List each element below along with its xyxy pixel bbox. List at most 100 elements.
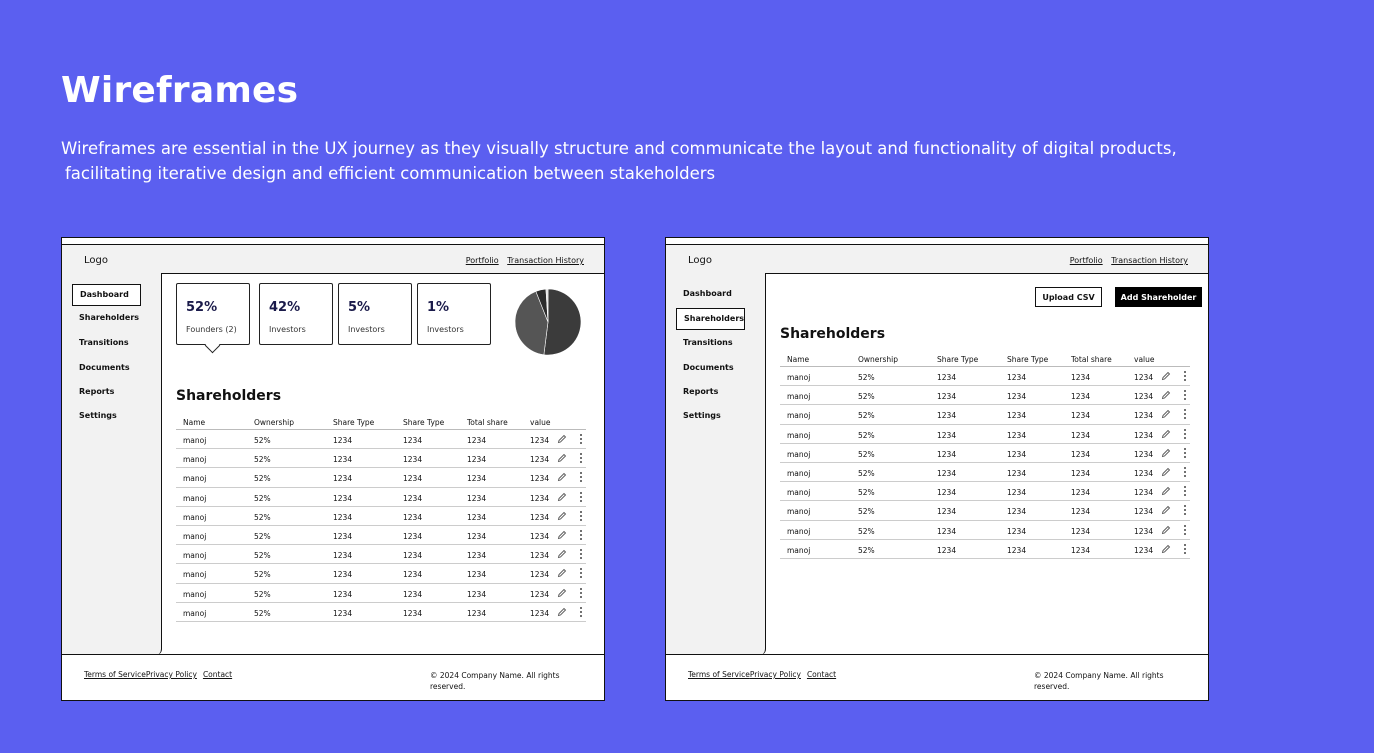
pencil-icon[interactable] — [1161, 505, 1171, 515]
pencil-icon[interactable] — [1161, 429, 1171, 439]
upload-csv-button[interactable]: Upload CSV — [1035, 287, 1102, 307]
contact-link[interactable]: Contact — [203, 670, 232, 679]
table-row[interactable]: manoj 52% 1234 1234 1234 1234 — [176, 603, 586, 622]
pencil-icon[interactable] — [557, 588, 567, 598]
pencil-icon[interactable] — [1161, 371, 1171, 381]
pencil-icon[interactable] — [1161, 525, 1171, 535]
sidebar-item-reports[interactable]: Reports — [72, 382, 139, 402]
pencil-icon[interactable] — [557, 434, 567, 444]
privacy-policy-link[interactable]: Privacy Policy — [146, 670, 197, 679]
more-vertical-icon[interactable] — [1182, 485, 1188, 497]
sidebar-item-reports[interactable]: Reports — [676, 382, 743, 402]
stat-card-investors[interactable]: 5% Investors — [338, 283, 412, 345]
table-row[interactable]: manoj 52% 1234 1234 1234 1234 — [176, 449, 586, 469]
pencil-icon[interactable] — [557, 549, 567, 559]
table-row[interactable]: manoj 52% 1234 1234 1234 1234 — [780, 367, 1190, 387]
pencil-icon[interactable] — [557, 453, 567, 463]
table-row[interactable]: manoj 52% 1234 1234 1234 1234 — [176, 430, 586, 450]
pencil-icon[interactable] — [557, 511, 567, 521]
terms-of-service-link[interactable]: Terms of Service — [84, 670, 146, 679]
sidebar-item-settings[interactable]: Settings — [676, 406, 743, 426]
logo[interactable]: Logo — [688, 255, 712, 266]
sidebar-item-transitions[interactable]: Transitions — [676, 333, 743, 353]
pencil-icon[interactable] — [557, 530, 567, 540]
more-vertical-icon[interactable] — [1182, 408, 1188, 420]
table-row[interactable]: manoj 52% 1234 1234 1234 1234 — [780, 405, 1190, 425]
table-row[interactable]: manoj 52% 1234 1234 1234 1234 — [176, 564, 586, 584]
pencil-icon[interactable] — [1161, 448, 1171, 458]
more-vertical-icon[interactable] — [578, 510, 584, 522]
pencil-icon[interactable] — [557, 492, 567, 502]
more-vertical-icon[interactable] — [1182, 504, 1188, 516]
stat-card-founders[interactable]: 52% Founders (2) — [176, 283, 250, 354]
stat-card-investors[interactable]: 42% Investors — [259, 283, 333, 345]
sidebar-item-settings[interactable]: Settings — [72, 406, 139, 426]
table-row[interactable]: manoj 52% 1234 1234 1234 1234 — [780, 482, 1190, 502]
more-vertical-icon[interactable] — [578, 529, 584, 541]
more-vertical-icon[interactable] — [1182, 389, 1188, 401]
pencil-icon[interactable] — [1161, 467, 1171, 477]
table-row[interactable]: manoj 52% 1234 1234 1234 1234 — [176, 526, 586, 546]
more-vertical-icon[interactable] — [578, 491, 584, 503]
nav-transaction-history-link[interactable]: Transaction History — [507, 256, 584, 265]
table-row[interactable]: manoj 52% 1234 1234 1234 1234 — [176, 488, 586, 507]
sidebar-item-documents[interactable]: Documents — [72, 358, 139, 378]
table-row[interactable]: manoj 52% 1234 1234 1234 1234 — [176, 468, 586, 488]
more-vertical-icon[interactable] — [1182, 428, 1188, 440]
sidebar-item-shareholders[interactable]: Shareholders — [676, 308, 745, 330]
more-vertical-icon[interactable] — [1182, 543, 1188, 555]
sidebar-item-dashboard[interactable]: Dashboard — [676, 284, 743, 304]
more-vertical-icon[interactable] — [1182, 447, 1188, 459]
pencil-icon[interactable] — [1161, 486, 1171, 496]
logo[interactable]: Logo — [84, 255, 108, 266]
table-row[interactable]: manoj 52% 1234 1234 1234 1234 — [176, 545, 586, 565]
pencil-icon[interactable] — [1161, 390, 1171, 400]
nav-portfolio-link[interactable]: Portfolio — [1070, 256, 1103, 265]
table-cell: 1234 — [333, 474, 353, 484]
table-row[interactable]: manoj 52% 1234 1234 1234 1234 — [780, 463, 1190, 483]
pencil-icon[interactable] — [557, 568, 567, 578]
pencil-icon[interactable] — [557, 472, 567, 482]
pencil-icon[interactable] — [1161, 409, 1171, 419]
table-cell: 1234 — [403, 589, 423, 599]
more-vertical-icon[interactable] — [1182, 524, 1188, 536]
table-cell: 52% — [254, 531, 271, 541]
table-row[interactable]: manoj 52% 1234 1234 1234 1234 — [176, 584, 586, 603]
contact-link[interactable]: Contact — [807, 670, 836, 679]
more-vertical-icon[interactable] — [578, 606, 584, 618]
table-row[interactable]: manoj 52% 1234 1234 1234 1234 — [780, 501, 1190, 521]
add-shareholder-button[interactable]: Add Shareholder — [1115, 287, 1202, 307]
table-row[interactable]: manoj 52% 1234 1234 1234 1234 — [780, 444, 1190, 463]
pencil-icon[interactable] — [557, 607, 567, 617]
table-row[interactable]: manoj 52% 1234 1234 1234 1234 — [780, 386, 1190, 406]
terms-of-service-link[interactable]: Terms of Service — [688, 670, 750, 679]
privacy-policy-link[interactable]: Privacy Policy — [750, 670, 801, 679]
more-vertical-icon[interactable] — [578, 567, 584, 579]
table-cell: 1234 — [467, 455, 487, 465]
more-vertical-icon[interactable] — [1182, 370, 1188, 382]
more-vertical-icon[interactable] — [578, 433, 584, 445]
nav-transaction-history-link[interactable]: Transaction History — [1111, 256, 1188, 265]
sidebar-item-documents[interactable]: Documents — [676, 358, 743, 378]
table-row[interactable]: manoj 52% 1234 1234 1234 1234 — [780, 425, 1190, 444]
column-header: Share Type — [333, 418, 375, 427]
stat-card-investors[interactable]: 1% Investors — [417, 283, 491, 345]
table-cell: 52% — [858, 468, 875, 478]
sidebar-item-shareholders[interactable]: Shareholders — [72, 308, 139, 328]
more-vertical-icon[interactable] — [1182, 466, 1188, 478]
table-cell: manoj — [183, 436, 207, 445]
more-vertical-icon[interactable] — [578, 587, 584, 599]
more-vertical-icon[interactable] — [578, 548, 584, 560]
more-vertical-icon[interactable] — [578, 471, 584, 483]
table-row[interactable]: manoj 52% 1234 1234 1234 1234 — [780, 521, 1190, 540]
table-row[interactable]: manoj 52% 1234 1234 1234 1234 — [780, 540, 1190, 559]
pencil-icon[interactable] — [1161, 544, 1171, 554]
nav-portfolio-link[interactable]: Portfolio — [466, 256, 499, 265]
table-cell: 1234 — [467, 493, 487, 503]
table-row[interactable]: manoj 52% 1234 1234 1234 1234 — [176, 507, 586, 526]
more-vertical-icon[interactable] — [578, 452, 584, 464]
table-cell: 1234 — [937, 468, 957, 478]
sidebar-item-dashboard[interactable]: Dashboard — [72, 284, 141, 306]
sidebar-item-transitions[interactable]: Transitions — [72, 333, 139, 353]
table-cell: 52% — [254, 570, 271, 580]
